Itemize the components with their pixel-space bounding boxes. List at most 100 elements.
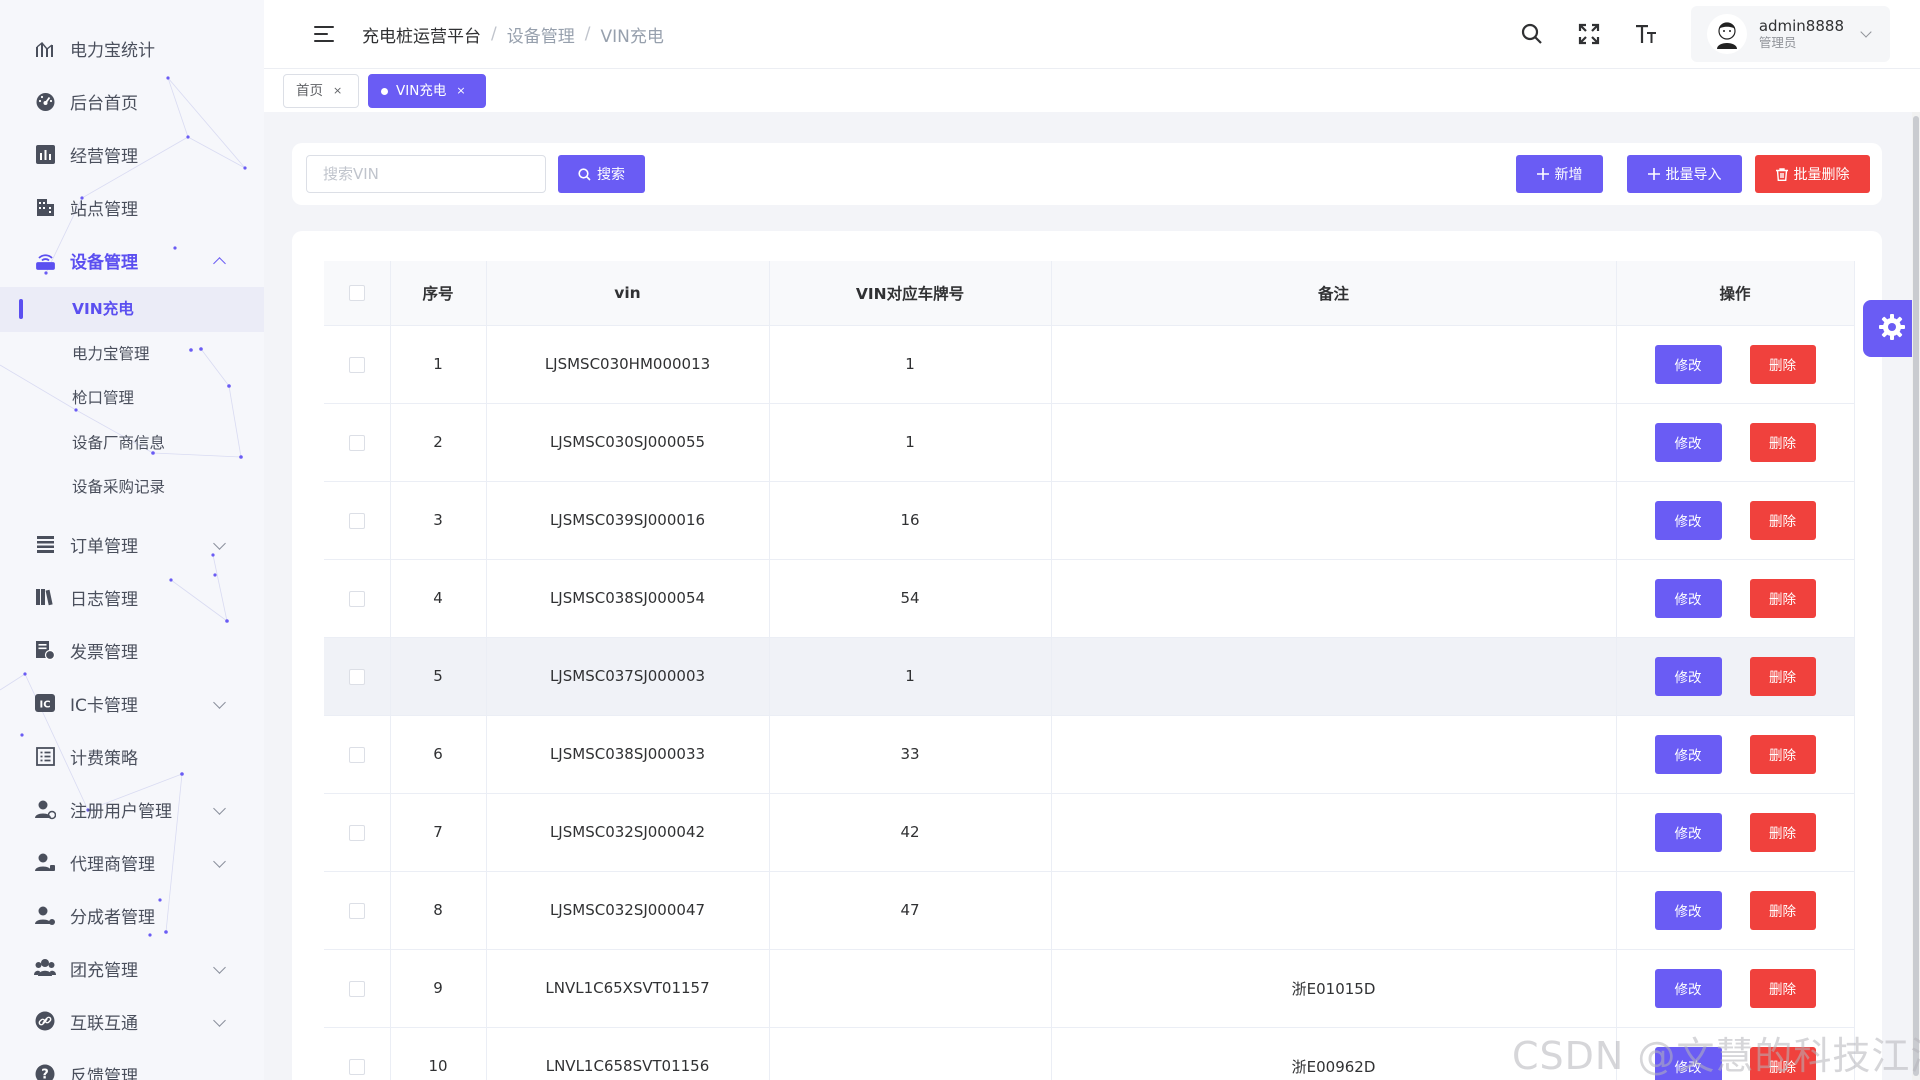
edit-button[interactable]: 修改 xyxy=(1654,734,1722,774)
cell-vin: LJSMSC032SJ000042 xyxy=(486,793,770,872)
tab-home[interactable]: 首页 × xyxy=(283,74,359,108)
cell-plate: 33 xyxy=(769,715,1052,794)
row-checkbox[interactable] xyxy=(348,824,365,841)
sidebar-item-shareholders[interactable]: 分成者管理 xyxy=(0,889,264,942)
row-select-cell xyxy=(324,793,391,872)
search-button[interactable]: 搜索 xyxy=(558,155,645,193)
user-menu[interactable]: admin8888 管理员 xyxy=(1690,6,1890,62)
row-select-cell xyxy=(324,1027,391,1080)
row-checkbox[interactable] xyxy=(348,512,365,529)
font-size-icon[interactable] xyxy=(1634,22,1658,46)
cell-actions: 修改 删除 xyxy=(1616,949,1855,1028)
chevron-down-icon xyxy=(1860,26,1872,38)
edit-button[interactable]: 修改 xyxy=(1654,500,1722,540)
row-checkbox[interactable] xyxy=(348,746,365,763)
cell-actions: 修改 删除 xyxy=(1616,559,1855,638)
sidebar-item-label: 代理商管理 xyxy=(70,854,155,875)
search-icon[interactable] xyxy=(1520,22,1544,46)
sidebar-subitem-vin-charging[interactable]: VIN充电 xyxy=(0,287,264,332)
add-button[interactable]: 新增 xyxy=(1516,155,1603,193)
delete-button[interactable]: 删除 xyxy=(1749,344,1816,384)
delete-button[interactable]: 删除 xyxy=(1749,734,1816,774)
sidebar-item-interconnect[interactable]: 互联互通 xyxy=(0,995,264,1048)
sidebar-item-ic-cards[interactable]: IC IC卡管理 xyxy=(0,677,264,730)
page-scrollbar[interactable] xyxy=(1912,112,1920,1080)
delete-button[interactable]: 删除 xyxy=(1749,890,1816,930)
sidebar-item-agents[interactable]: 代理商管理 xyxy=(0,836,264,889)
plus-icon xyxy=(1536,168,1549,180)
cell-plate: 1 xyxy=(769,403,1052,482)
row-select-cell xyxy=(324,637,391,716)
row-checkbox[interactable] xyxy=(348,356,365,373)
row-select-cell xyxy=(324,871,391,950)
close-icon[interactable]: × xyxy=(333,75,342,107)
cell-remark xyxy=(1051,715,1617,794)
sidebar-item-power-stats[interactable]: 电力宝统计 xyxy=(0,22,264,75)
delete-button[interactable]: 删除 xyxy=(1749,422,1816,462)
close-icon[interactable]: × xyxy=(456,75,465,107)
select-all-checkbox[interactable] xyxy=(348,285,365,302)
sidebar-subitem-purchase-records[interactable]: 设备采购记录 xyxy=(0,465,264,510)
delete-button[interactable]: 删除 xyxy=(1749,500,1816,540)
sidebar-item-billing[interactable]: 计费策略 xyxy=(0,730,264,783)
sidebar-subitem-vendor-info[interactable]: 设备厂商信息 xyxy=(0,421,264,466)
sidebar-subitem-gun-ports[interactable]: 枪口管理 xyxy=(0,376,264,421)
fullscreen-icon[interactable] xyxy=(1577,22,1601,46)
user-role: 管理员 xyxy=(1758,35,1797,51)
row-select-cell xyxy=(324,949,391,1028)
delete-button[interactable]: 删除 xyxy=(1749,656,1816,696)
sidebar-item-business[interactable]: 经营管理 xyxy=(0,128,264,181)
edit-button[interactable]: 修改 xyxy=(1654,656,1722,696)
column-header-remark: 备注 xyxy=(1051,261,1617,326)
batch-import-button[interactable]: 批量导入 xyxy=(1627,155,1742,193)
row-checkbox[interactable] xyxy=(348,434,365,451)
sidebar-item-stations[interactable]: 站点管理 xyxy=(0,181,264,234)
sidebar-item-label: 订单管理 xyxy=(70,536,138,557)
sidebar-item-home[interactable]: 后台首页 xyxy=(0,75,264,128)
plus-icon xyxy=(1647,168,1660,180)
row-checkbox[interactable] xyxy=(348,902,365,919)
sidebar-item-orders[interactable]: 订单管理 xyxy=(0,518,264,571)
row-checkbox[interactable] xyxy=(348,980,365,997)
row-checkbox[interactable] xyxy=(348,668,365,685)
agent-icon xyxy=(34,851,56,873)
edit-button[interactable]: 修改 xyxy=(1654,578,1722,618)
scrollbar-thumb[interactable] xyxy=(1913,116,1919,1076)
row-select-cell xyxy=(324,403,391,482)
sidebar-item-label: 设备管理 xyxy=(70,253,138,273)
sidebar-item-registered-users[interactable]: 注册用户管理 xyxy=(0,783,264,836)
sidebar-subitem-power-bank[interactable]: 电力宝管理 xyxy=(0,332,264,377)
delete-button[interactable]: 删除 xyxy=(1749,968,1816,1008)
edit-button[interactable]: 修改 xyxy=(1654,968,1722,1008)
row-checkbox[interactable] xyxy=(348,1058,365,1075)
edit-button[interactable]: 修改 xyxy=(1654,812,1722,852)
sidebar-item-invoices[interactable]: 发票管理 xyxy=(0,624,264,677)
edit-button[interactable]: 修改 xyxy=(1654,344,1722,384)
breadcrumb-platform[interactable]: 充电桩运营平台 xyxy=(362,22,481,47)
sidebar-item-feedback[interactable]: ? 反馈管理 xyxy=(0,1048,264,1080)
edit-button[interactable]: 修改 xyxy=(1654,422,1722,462)
tab-vin-charging[interactable]: VIN充电 × xyxy=(368,74,486,108)
cell-actions: 修改 删除 xyxy=(1616,871,1855,950)
cell-plate: 54 xyxy=(769,559,1052,638)
invoice-icon xyxy=(34,639,56,661)
cell-remark xyxy=(1051,871,1617,950)
cell-plate: 42 xyxy=(769,793,1052,872)
delete-button[interactable]: 删除 xyxy=(1749,578,1816,618)
edit-button[interactable]: 修改 xyxy=(1654,890,1722,930)
batch-delete-button[interactable]: 批量删除 xyxy=(1755,155,1870,193)
cell-vin: LJSMSC038SJ000033 xyxy=(486,715,770,794)
sidebar-item-label: 后台首页 xyxy=(70,94,138,114)
breadcrumb-device-management[interactable]: 设备管理 xyxy=(507,22,575,47)
help-icon: ? xyxy=(34,1063,56,1080)
vin-table: 序号 vin VIN对应车牌号 备注 操作 1 LJSMSC030HM000013… xyxy=(324,261,1855,1080)
menu-toggle-icon[interactable] xyxy=(314,26,334,42)
sidebar-item-group-charging[interactable]: 团充管理 xyxy=(0,942,264,995)
cell-plate: 1 xyxy=(769,325,1052,404)
search-input[interactable] xyxy=(306,155,546,193)
chevron-down-icon xyxy=(213,855,226,868)
sidebar-item-logs[interactable]: 日志管理 xyxy=(0,571,264,624)
delete-button[interactable]: 删除 xyxy=(1749,812,1816,852)
row-checkbox[interactable] xyxy=(348,590,365,607)
sidebar-item-devices[interactable]: 设备管理 xyxy=(0,234,264,287)
